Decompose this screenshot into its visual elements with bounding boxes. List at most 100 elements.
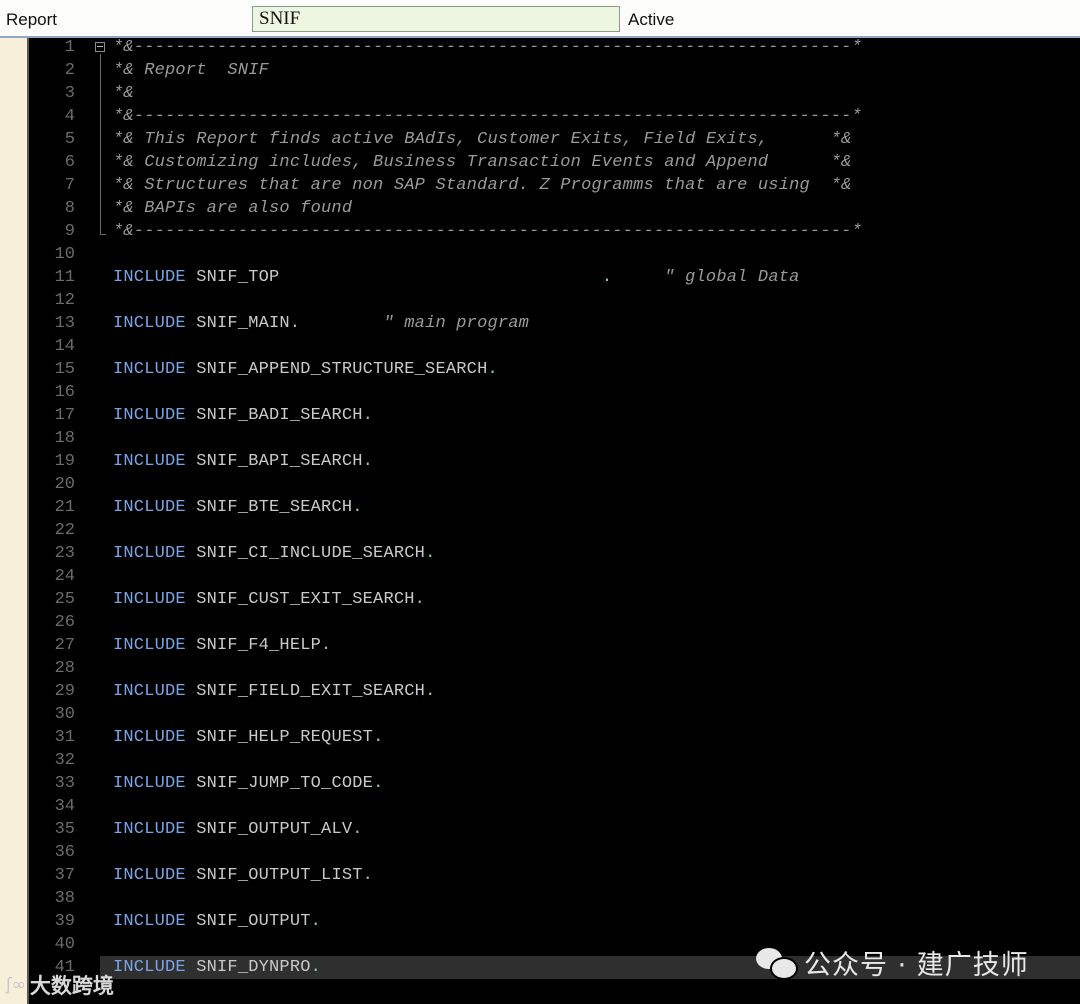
line-number: 26 (54, 613, 75, 632)
line-number: 11 (54, 268, 75, 287)
code-line[interactable]: INCLUDE SNIF_MAIN. " main program (113, 312, 529, 335)
code-line[interactable]: *& (113, 82, 134, 105)
code-line[interactable]: INCLUDE SNIF_FIELD_EXIT_SEARCH. (113, 680, 435, 703)
code-line[interactable]: INCLUDE SNIF_BADI_SEARCH. (113, 404, 373, 427)
code-line[interactable]: INCLUDE SNIF_OUTPUT_LIST. (113, 864, 373, 887)
line-number: 10 (54, 245, 75, 264)
statement-period: . (425, 682, 436, 701)
line-number: 7 (64, 176, 75, 195)
statement-period: . (362, 452, 374, 471)
include-name: SNIF_BTE_SEARCH (196, 498, 353, 517)
line-number: 31 (54, 728, 75, 747)
comment-text: *& This Report finds active BAdIs, Custo… (113, 130, 852, 149)
code-line[interactable]: INCLUDE SNIF_JUMP_TO_CODE. (113, 772, 383, 795)
line-number: 2 (64, 61, 75, 80)
comment-text: *& BAPIs are also found (113, 199, 353, 218)
watermark-brand-text: 大数跨境 (29, 974, 114, 998)
code-line[interactable]: INCLUDE SNIF_OUTPUT_ALV. (113, 818, 363, 841)
line-number: 14 (54, 337, 75, 356)
code-line[interactable]: INCLUDE SNIF_F4_HELP. (113, 634, 331, 657)
code-line[interactable]: INCLUDE SNIF_CI_INCLUDE_SEARCH. (113, 542, 435, 565)
collapse-block-icon[interactable] (95, 42, 105, 52)
statement-period: . (425, 544, 436, 563)
abap-code-editor[interactable]: 1 *&-------------------------------------… (0, 38, 1080, 1004)
comment-text: *& Customizing includes, Business Transa… (113, 153, 852, 172)
code-line[interactable]: INCLUDE SNIF_APPEND_STRUCTURE_SEARCH. (113, 358, 498, 381)
code-line[interactable]: *& BAPIs are also found (113, 197, 352, 220)
line-number: 29 (54, 682, 75, 701)
include-name: SNIF_BAPI_SEARCH (196, 452, 363, 471)
line-number: 23 (54, 544, 75, 563)
include-name: SNIF_HELP_REQUEST (196, 728, 374, 747)
line-number: 16 (54, 383, 75, 402)
code-line[interactable]: INCLUDE SNIF_TOP . " global Data (113, 266, 800, 289)
include-keyword: INCLUDE (113, 636, 186, 655)
code-line[interactable]: *& Structures that are non SAP Standard.… (113, 174, 852, 197)
comment-text: *& Report SNIF (113, 61, 270, 80)
comment-text: *&--------------------------------------… (113, 107, 862, 126)
line-number: 5 (64, 130, 75, 149)
comment-text: *&--------------------------------------… (113, 38, 862, 57)
line-number: 25 (54, 590, 75, 609)
line-number: 27 (54, 636, 75, 655)
include-name: SNIF_OUTPUT (196, 912, 311, 931)
line-number: 34 (54, 797, 75, 816)
activation-status: Active (628, 10, 675, 29)
code-line[interactable]: INCLUDE SNIF_HELP_REQUEST. (113, 726, 383, 749)
line-number: 32 (54, 751, 75, 770)
code-line[interactable]: *&--------------------------------------… (113, 36, 862, 59)
statement-period: . (373, 774, 384, 793)
line-number: 12 (54, 291, 75, 310)
editor-left-margin (0, 38, 28, 1004)
code-line[interactable]: INCLUDE SNIF_BTE_SEARCH. (113, 496, 363, 519)
statement-period: . (487, 360, 498, 379)
line-number: 21 (54, 498, 75, 517)
include-keyword: INCLUDE (113, 498, 186, 517)
line-number: 13 (54, 314, 75, 333)
code-line[interactable]: INCLUDE SNIF_DYNPRO. (113, 956, 321, 979)
watermark-account-text: 公众号 · 建广技师 (804, 949, 1029, 981)
include-keyword: INCLUDE (113, 728, 186, 747)
include-name: SNIF_TOP (196, 268, 280, 287)
code-line[interactable]: *&--------------------------------------… (113, 220, 862, 243)
include-name: SNIF_MAIN (196, 314, 290, 333)
code-line[interactable]: *&--------------------------------------… (113, 105, 862, 128)
line-number: 1 (64, 38, 75, 57)
watermark-brand: ʃ∞ 大数跨境 (6, 970, 114, 1000)
line-number: 22 (54, 521, 75, 540)
line-number: 33 (54, 774, 75, 793)
program-name-field[interactable]: SNIF (252, 6, 620, 32)
line-number: 35 (54, 820, 75, 839)
code-line[interactable]: INCLUDE SNIF_BAPI_SEARCH. (113, 450, 373, 473)
line-number: 4 (64, 107, 75, 126)
line-number: 40 (54, 935, 75, 954)
statement-period: . (310, 912, 322, 931)
statement-period: . (321, 636, 332, 655)
include-keyword: INCLUDE (113, 866, 186, 885)
code-line[interactable]: INCLUDE SNIF_CUST_EXIT_SEARCH. (113, 588, 425, 611)
line-number: 24 (54, 567, 75, 586)
include-keyword: INCLUDE (113, 452, 186, 471)
include-name: SNIF_FIELD_EXIT_SEARCH (196, 682, 426, 701)
inline-comment: " global Data (612, 268, 800, 287)
line-number: 3 (64, 84, 75, 103)
program-header: Report SNIF Active (0, 0, 1080, 38)
code-line[interactable]: *& Report SNIF (113, 59, 269, 82)
include-keyword: INCLUDE (113, 774, 186, 793)
code-line[interactable]: INCLUDE SNIF_OUTPUT. (113, 910, 321, 933)
statement-period: . (352, 820, 363, 839)
fold-guide-line (100, 54, 101, 234)
include-name: SNIF_CUST_EXIT_SEARCH (196, 590, 415, 609)
statement-period: . (352, 498, 363, 517)
object-type-label: Report (6, 10, 58, 29)
comment-text: *& (113, 84, 134, 103)
include-name: SNIF_F4_HELP (196, 636, 322, 655)
include-name: SNIF_OUTPUT_ALV (196, 820, 353, 839)
include-name: SNIF_OUTPUT_LIST (196, 866, 363, 885)
code-line[interactable]: *& Customizing includes, Business Transa… (113, 151, 852, 174)
statement-period: . (289, 314, 301, 333)
line-number: 39 (54, 912, 75, 931)
include-name: SNIF_APPEND_STRUCTURE_SEARCH (196, 360, 488, 379)
code-line[interactable]: *& This Report finds active BAdIs, Custo… (113, 128, 852, 151)
